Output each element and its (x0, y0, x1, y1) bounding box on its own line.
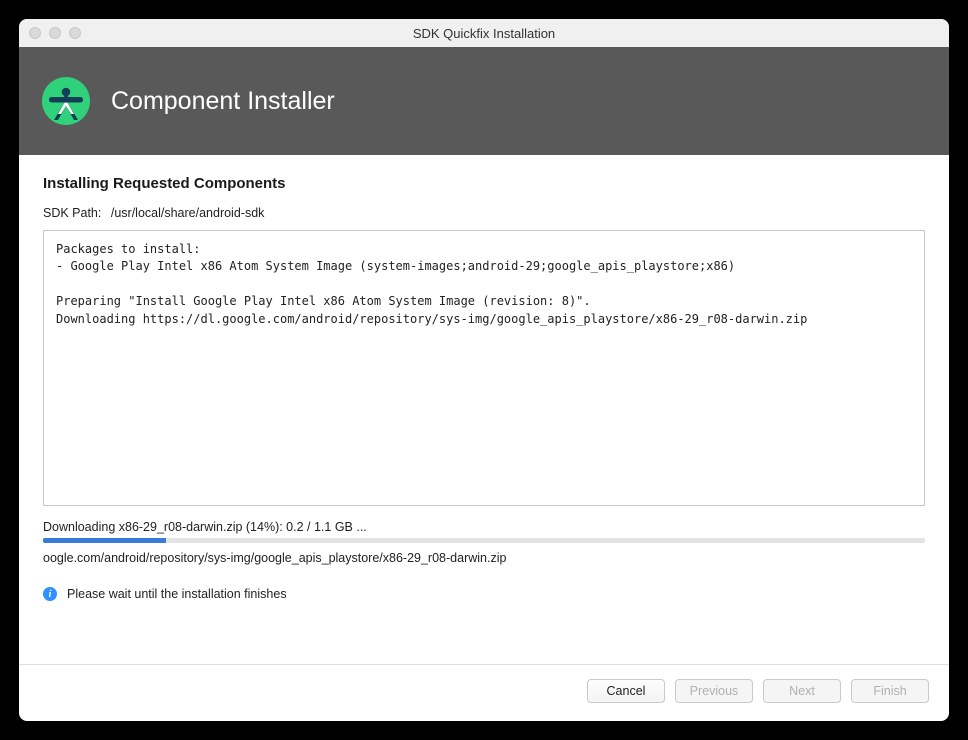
close-window-button[interactable] (29, 27, 41, 39)
footer-buttons: Cancel Previous Next Finish (19, 664, 949, 721)
installer-window: SDK Quickfix Installation Component Inst… (19, 19, 949, 721)
content-area: Installing Requested Components SDK Path… (19, 155, 949, 664)
progress-bar-fill (43, 538, 166, 543)
banner: Component Installer (19, 47, 949, 155)
window-controls (29, 27, 81, 39)
progress-bar (43, 538, 925, 543)
minimize-window-button[interactable] (49, 27, 61, 39)
sdk-path-value: /usr/local/share/android-sdk (111, 206, 265, 220)
info-icon: i (43, 587, 57, 601)
download-status: Downloading x86-29_r08-darwin.zip (14%):… (43, 520, 925, 534)
sdk-path-row: SDK Path: /usr/local/share/android-sdk (43, 206, 925, 220)
download-path: oogle.com/android/repository/sys-img/goo… (43, 551, 925, 565)
window-title: SDK Quickfix Installation (19, 26, 949, 41)
install-log[interactable]: Packages to install: - Google Play Intel… (43, 230, 925, 506)
android-studio-icon (41, 76, 91, 126)
page-heading: Installing Requested Components (43, 175, 925, 192)
next-button: Next (763, 679, 841, 703)
info-row: i Please wait until the installation fin… (43, 587, 925, 601)
sdk-path-label: SDK Path: (43, 206, 101, 220)
info-message: Please wait until the installation finis… (67, 587, 287, 601)
previous-button: Previous (675, 679, 753, 703)
banner-title: Component Installer (111, 87, 335, 116)
zoom-window-button[interactable] (69, 27, 81, 39)
cancel-button[interactable]: Cancel (587, 679, 665, 703)
finish-button: Finish (851, 679, 929, 703)
titlebar: SDK Quickfix Installation (19, 19, 949, 47)
